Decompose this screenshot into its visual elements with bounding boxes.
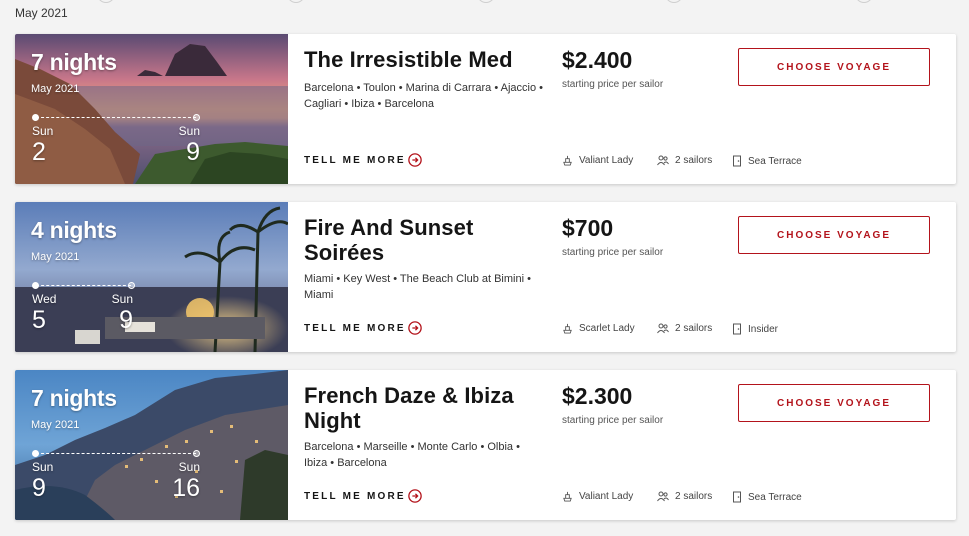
circle-arrow-right-icon: [408, 153, 422, 167]
ship-name: Valiant Lady: [579, 155, 634, 166]
tell-me-more-link[interactable]: TELL ME MORE: [304, 489, 422, 503]
cabin-door-icon: [733, 155, 741, 167]
end-weekday: Sun: [111, 292, 133, 306]
voyage-card: 7 nights May 2021 Sun 9 Sun 16 French Da…: [15, 370, 956, 520]
tell-me-more-label: TELL ME MORE: [304, 322, 406, 334]
month-header: May 2021: [15, 6, 68, 20]
top-edge-arc: [665, 0, 683, 3]
voyage-image[interactable]: 4 nights May 2021 Wed 5 Sun 9: [15, 202, 288, 352]
price-subtitle: starting price per sailor: [562, 247, 664, 258]
cabin-info: Sea Terrace: [732, 155, 802, 167]
start-weekday: Wed: [32, 292, 57, 306]
sailors-info: 2 sailors: [657, 491, 712, 502]
date-timeline: [32, 114, 200, 121]
top-edge-arc: [855, 0, 873, 3]
voyage-month: May 2021: [31, 251, 80, 263]
start-date: Sun 2: [32, 124, 54, 166]
choose-voyage-button[interactable]: CHOOSE VOYAGE: [738, 216, 930, 254]
voyage-ports: Miami • Key West • The Beach Club at Bim…: [304, 273, 531, 301]
sailors-count: 2 sailors: [675, 323, 713, 334]
end-weekday: Sun: [178, 124, 200, 138]
voyage-price: $2.400: [562, 47, 633, 73]
voyage-card: 7 nights May 2021 Sun 2 Sun 9 The Irresi…: [15, 34, 956, 184]
date-timeline: [32, 450, 200, 457]
circle-arrow-right-icon: [408, 321, 422, 335]
tell-me-more-link[interactable]: TELL ME MORE: [304, 153, 422, 167]
circle-arrow-right-icon: [408, 489, 422, 503]
ship-icon: [563, 323, 572, 334]
ship-icon: [563, 491, 572, 502]
voyage-ports: Barcelona • Marseille • Monte Carlo • Ol…: [304, 441, 520, 469]
ship-info: Valiant Lady: [562, 155, 633, 166]
cabin-type: Sea Terrace: [748, 155, 802, 167]
top-edge-arc: [477, 0, 495, 3]
end-date: Sun 16: [172, 460, 200, 502]
end-day: 16: [172, 474, 200, 502]
sailors-icon: [657, 323, 669, 334]
start-date: Wed 5: [32, 292, 57, 334]
voyage-title: Fire And Sunset Soirées: [304, 215, 474, 265]
end-date: Sun 9: [111, 292, 133, 334]
end-weekday: Sun: [178, 460, 200, 474]
price-subtitle: starting price per sailor: [562, 415, 664, 426]
ship-name: Valiant Lady: [579, 491, 634, 502]
voyage-month: May 2021: [31, 419, 80, 431]
sailors-icon: [657, 491, 669, 502]
start-day: 2: [32, 138, 46, 166]
voyage-card: 4 nights May 2021 Wed 5 Sun 9 Fire And S…: [15, 202, 956, 352]
price-subtitle: starting price per sailor: [562, 79, 664, 90]
cabin-type: Insider: [748, 323, 779, 335]
cabin-type: Sea Terrace: [748, 491, 802, 503]
cabin-info: Insider: [732, 323, 778, 335]
voyage-month: May 2021: [31, 83, 80, 95]
top-edge-arc: [97, 0, 115, 3]
end-day: 9: [119, 306, 133, 334]
voyage-price: $2.300: [562, 383, 633, 409]
choose-voyage-button[interactable]: CHOOSE VOYAGE: [738, 384, 930, 422]
ship-name: Scarlet Lady: [579, 323, 635, 334]
voyage-title: French Daze & Ibiza Night: [304, 383, 514, 433]
ship-info: Scarlet Lady: [562, 323, 635, 334]
top-edge-arc: [287, 0, 305, 3]
choose-voyage-button[interactable]: CHOOSE VOYAGE: [738, 48, 930, 86]
cabin-door-icon: [733, 491, 741, 503]
start-day: 9: [32, 474, 46, 502]
date-timeline: [32, 282, 135, 289]
nights-label: 4 nights: [31, 217, 117, 243]
ship-info: Valiant Lady: [562, 491, 633, 502]
voyage-ports: Barcelona • Toulon • Marina di Carrara •…: [304, 82, 543, 110]
end-day: 9: [186, 138, 200, 166]
sailors-info: 2 sailors: [657, 323, 712, 334]
tell-me-more-label: TELL ME MORE: [304, 154, 406, 166]
cabin-info: Sea Terrace: [732, 491, 802, 503]
nights-label: 7 nights: [31, 385, 117, 411]
sailors-icon: [657, 155, 669, 166]
voyage-image[interactable]: 7 nights May 2021 Sun 2 Sun 9: [15, 34, 288, 184]
voyage-image[interactable]: 7 nights May 2021 Sun 9 Sun 16: [15, 370, 288, 520]
start-weekday: Sun: [32, 124, 54, 138]
start-weekday: Sun: [32, 460, 54, 474]
cabin-door-icon: [733, 323, 741, 335]
sailors-info: 2 sailors: [657, 155, 712, 166]
start-day: 5: [32, 306, 46, 334]
nights-label: 7 nights: [31, 49, 117, 75]
sailors-count: 2 sailors: [675, 491, 713, 502]
end-date: Sun 9: [178, 124, 200, 166]
tell-me-more-link[interactable]: TELL ME MORE: [304, 321, 422, 335]
sailors-count: 2 sailors: [675, 155, 713, 166]
start-date: Sun 9: [32, 460, 54, 502]
ship-icon: [563, 155, 572, 166]
voyage-price: $700: [562, 215, 614, 241]
voyage-title: The Irresistible Med: [304, 47, 513, 72]
tell-me-more-label: TELL ME MORE: [304, 490, 406, 502]
